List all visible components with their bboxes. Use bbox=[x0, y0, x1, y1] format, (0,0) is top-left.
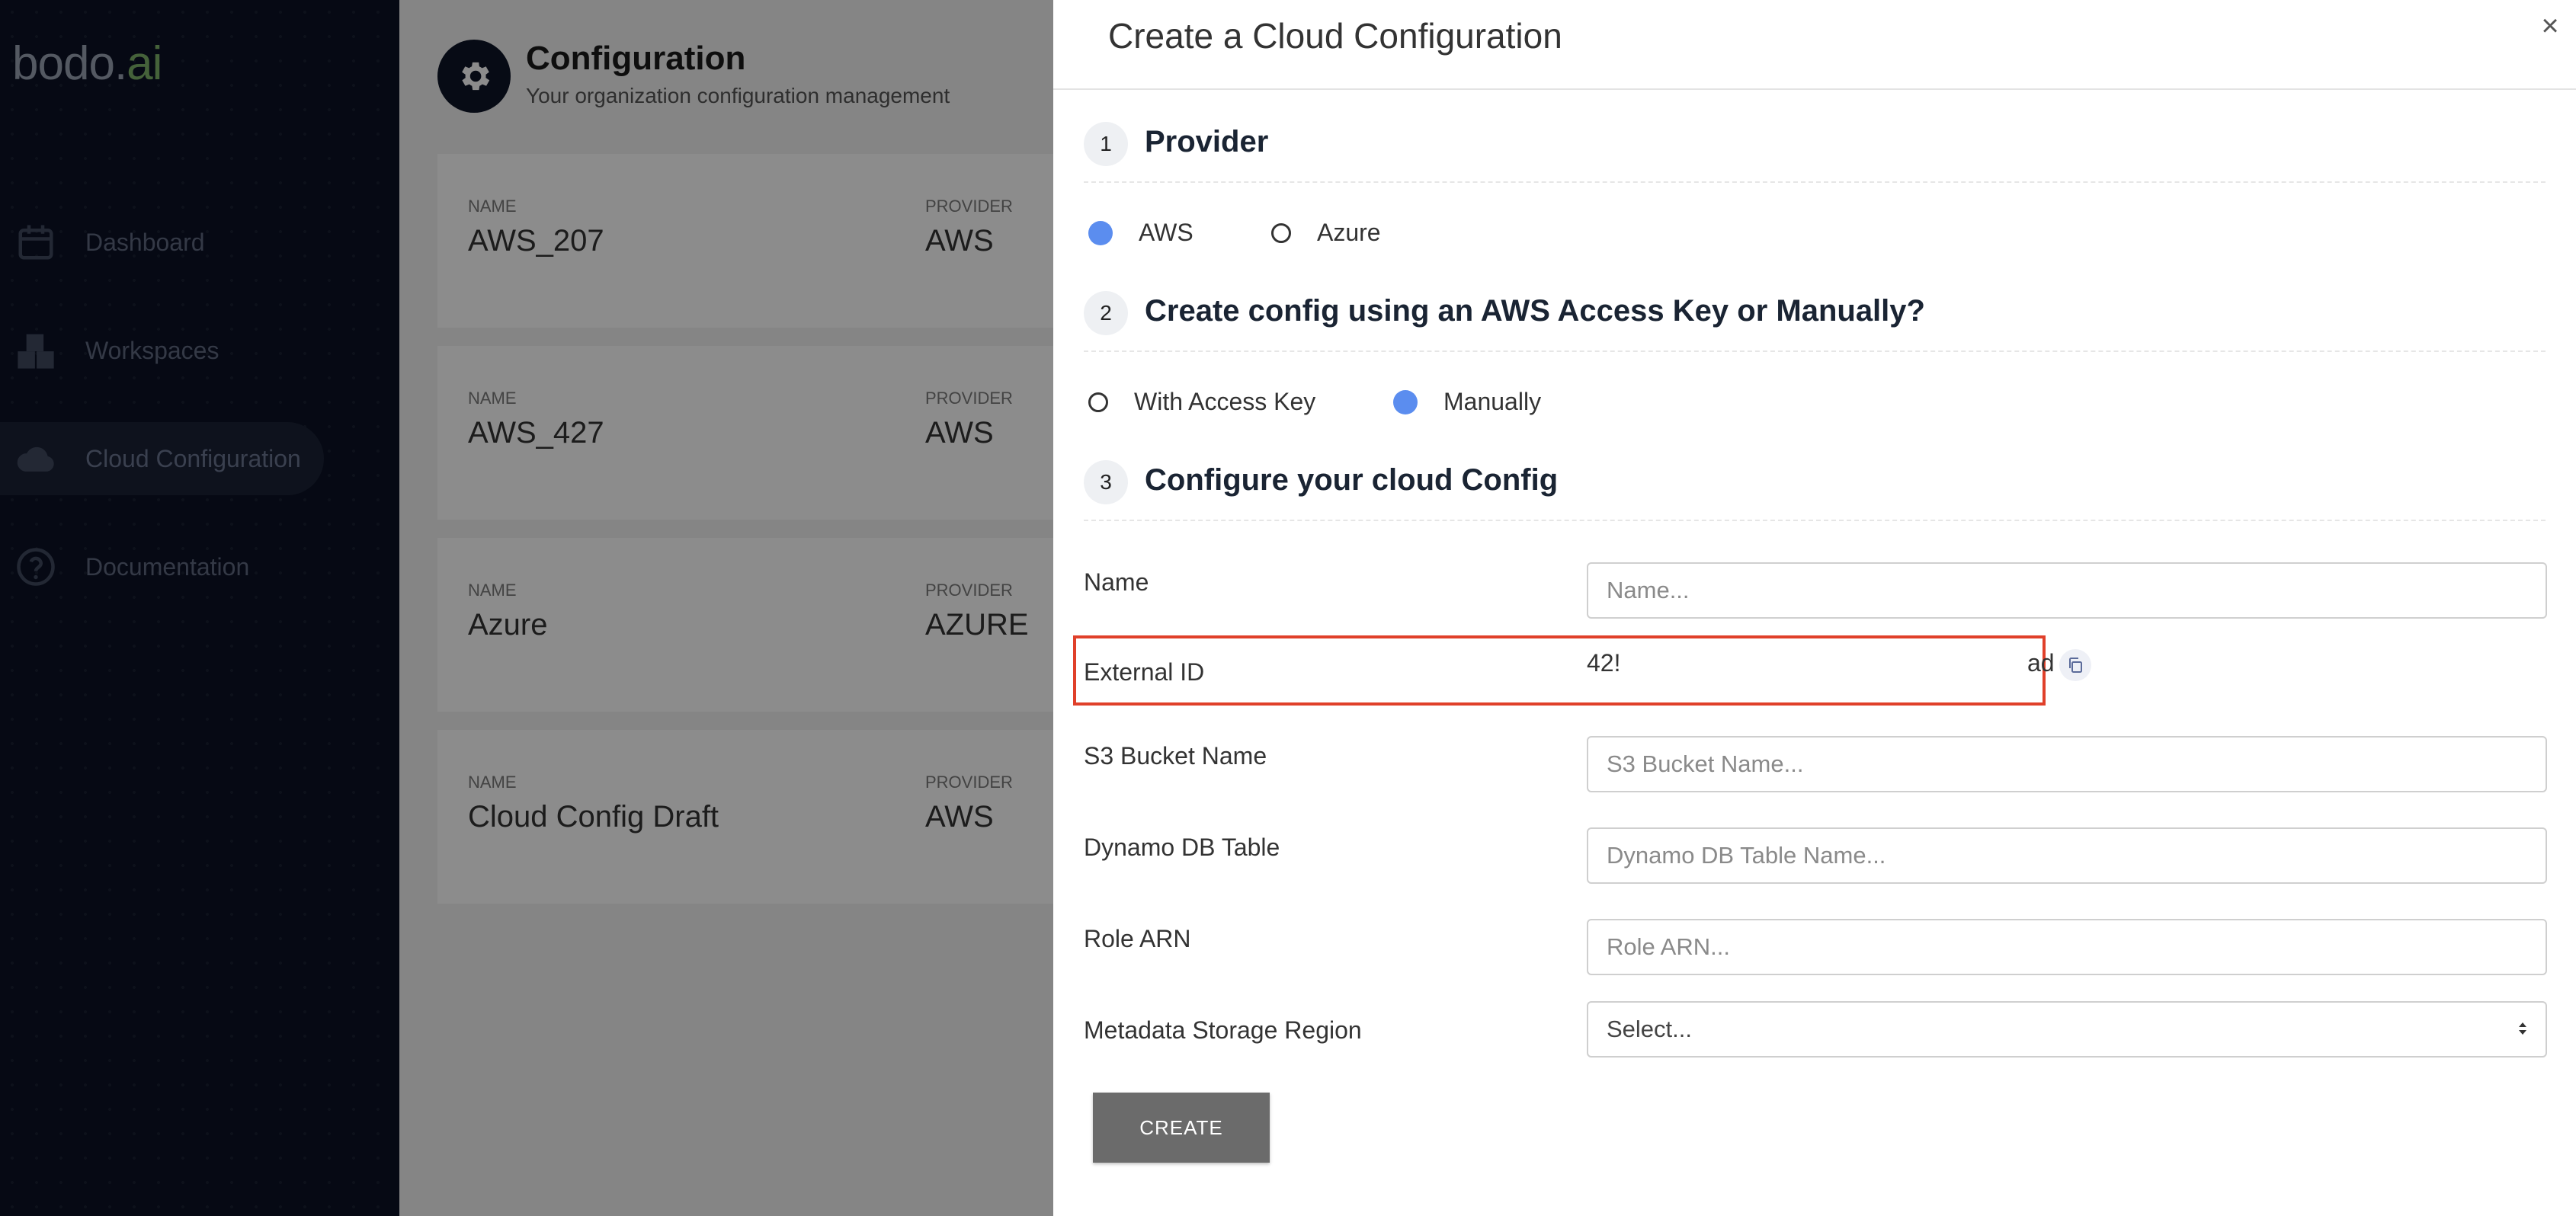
divider bbox=[1084, 520, 2546, 521]
dynamo-table-label: Dynamo DB Table bbox=[1084, 834, 1280, 861]
metadata-region-label: Metadata Storage Region bbox=[1084, 1016, 1362, 1044]
s3-bucket-input[interactable] bbox=[1587, 736, 2547, 792]
step-number: 1 bbox=[1084, 122, 1128, 166]
s3-bucket-label: S3 Bucket Name bbox=[1084, 742, 1267, 770]
external-id-value-end: ad bbox=[2027, 649, 2055, 677]
divider bbox=[1084, 181, 2546, 183]
role-arn-input[interactable] bbox=[1587, 919, 2547, 975]
step-number: 2 bbox=[1084, 291, 1128, 335]
step-number: 3 bbox=[1084, 460, 1128, 504]
radio-unchecked-icon bbox=[1088, 392, 1108, 412]
radio-azure[interactable]: Azure bbox=[1271, 219, 1381, 247]
external-id-highlight bbox=[1073, 635, 2046, 706]
radio-with-access-key[interactable]: With Access Key bbox=[1088, 388, 1315, 416]
external-id-value-start: 42! bbox=[1587, 649, 1621, 677]
copy-icon[interactable] bbox=[2059, 649, 2091, 681]
radio-manually[interactable]: Manually bbox=[1393, 388, 1541, 416]
create-button[interactable]: CREATE bbox=[1093, 1093, 1270, 1163]
metadata-region-select[interactable]: Select... bbox=[1587, 1001, 2547, 1058]
radio-unchecked-icon bbox=[1271, 222, 1291, 243]
name-label: Name bbox=[1084, 568, 1149, 596]
radio-label: With Access Key bbox=[1134, 388, 1316, 415]
dynamo-table-input[interactable] bbox=[1587, 827, 2547, 884]
radio-checked-icon bbox=[1393, 389, 1418, 414]
divider bbox=[1084, 350, 2546, 352]
name-input[interactable] bbox=[1587, 562, 2547, 619]
step-title: Configure your cloud Config bbox=[1145, 463, 1559, 497]
divider bbox=[1053, 88, 2576, 90]
step-title: Provider bbox=[1145, 125, 1269, 158]
radio-label: Azure bbox=[1317, 219, 1381, 246]
modal-backdrop[interactable] bbox=[0, 0, 1053, 1216]
radio-label: Manually bbox=[1443, 388, 1542, 415]
radio-aws[interactable]: AWS bbox=[1088, 219, 1193, 247]
step-title: Create config using an AWS Access Key or… bbox=[1145, 294, 1925, 328]
select-value: Select... bbox=[1607, 1016, 1692, 1042]
role-arn-label: Role ARN bbox=[1084, 925, 1191, 952]
drawer-title: Create a Cloud Configuration bbox=[1108, 16, 1562, 56]
external-id-label: External ID bbox=[1084, 658, 1205, 686]
radio-checked-icon bbox=[1088, 220, 1113, 245]
radio-label: AWS bbox=[1139, 219, 1193, 246]
close-icon[interactable]: × bbox=[2535, 11, 2565, 41]
create-config-drawer: Create a Cloud Configuration × 1 Provide… bbox=[1053, 0, 2576, 1216]
sort-arrows-icon bbox=[2518, 1016, 2527, 1043]
